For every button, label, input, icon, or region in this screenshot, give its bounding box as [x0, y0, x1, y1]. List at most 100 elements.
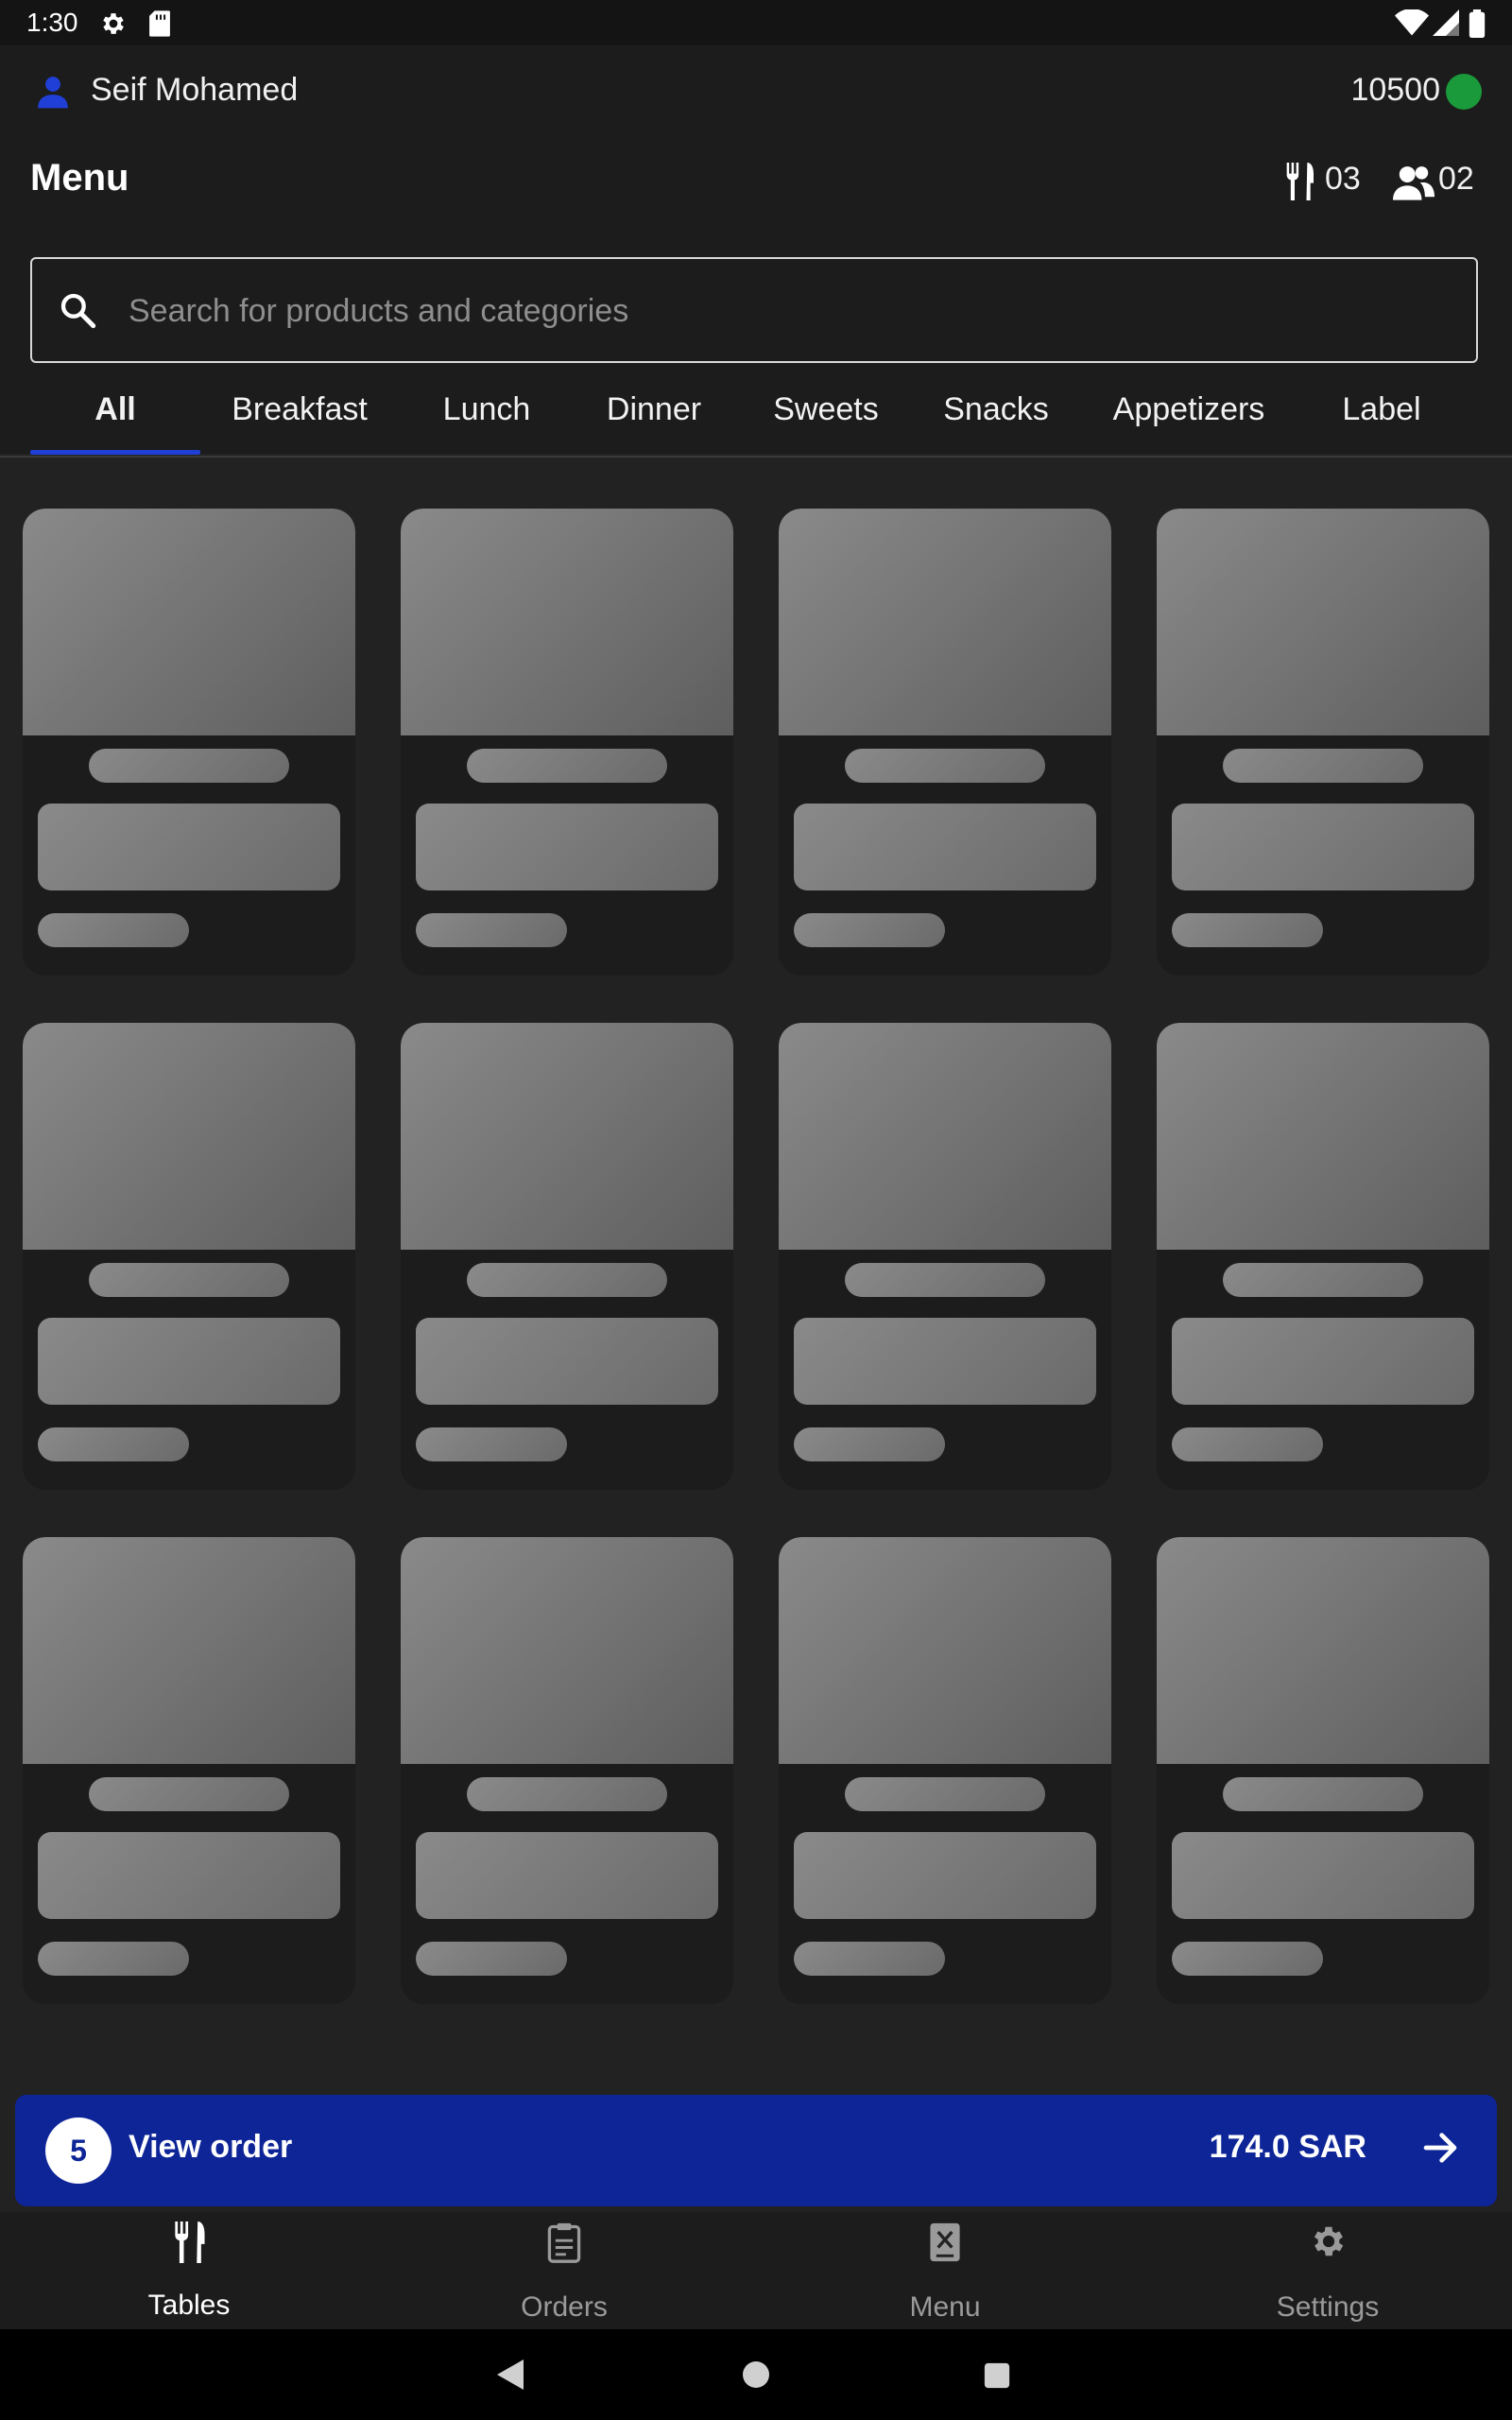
tab-lunch[interactable]: Lunch [416, 391, 558, 428]
product-card-skeleton[interactable] [779, 1023, 1111, 1490]
arrow-right-icon [1423, 2133, 1457, 2163]
home-icon[interactable] [741, 2360, 771, 2390]
nav-orders[interactable]: Orders [375, 2212, 753, 2329]
product-name-placeholder [845, 749, 1045, 783]
view-order-button[interactable]: 5 View order 174.0 SAR [15, 2095, 1497, 2206]
product-image-placeholder [1157, 1537, 1489, 1764]
product-card-skeleton[interactable] [779, 1537, 1111, 2004]
product-price-placeholder [416, 1427, 567, 1461]
nav-settings[interactable]: Settings [1139, 2212, 1512, 2329]
active-tab-indicator [30, 450, 200, 455]
product-price-placeholder [38, 913, 189, 947]
search-icon [60, 293, 96, 329]
wifi-icon [1395, 9, 1429, 36]
page-title: Menu [30, 157, 129, 199]
product-card-skeleton[interactable] [401, 509, 733, 976]
product-image-placeholder [779, 1537, 1111, 1764]
order-total: 174.0 SAR [1209, 2129, 1366, 2165]
product-description-placeholder [416, 1832, 718, 1919]
product-image-placeholder [1157, 1023, 1489, 1250]
product-name-placeholder [845, 1777, 1045, 1811]
nav-tables-label: Tables [147, 2290, 231, 2321]
user-icon [38, 77, 68, 109]
product-card-skeleton[interactable] [23, 1537, 355, 2004]
utensils-icon [1286, 163, 1314, 200]
product-card-skeleton[interactable] [1157, 509, 1489, 976]
guests-icon [1393, 166, 1435, 200]
tab-breakfast[interactable]: Breakfast [210, 391, 389, 428]
nav-menu[interactable]: Menu [756, 2212, 1134, 2329]
product-card-skeleton[interactable] [1157, 1023, 1489, 1490]
user-name: Seif Mohamed [91, 72, 299, 108]
product-price-placeholder [38, 1942, 189, 1976]
tab-all[interactable]: All [30, 391, 200, 428]
product-card-skeleton[interactable] [23, 509, 355, 976]
product-image-placeholder [23, 1023, 355, 1250]
menu-book-icon [930, 2222, 960, 2262]
product-name-placeholder [467, 1263, 667, 1297]
product-card-skeleton[interactable] [1157, 1537, 1489, 2004]
product-card-skeleton[interactable] [401, 1023, 733, 1490]
order-item-count-badge: 5 [45, 2118, 112, 2184]
product-name-placeholder [1223, 1777, 1423, 1811]
tab-appetizers[interactable]: Appetizers [1094, 391, 1283, 428]
product-card-skeleton[interactable] [779, 509, 1111, 976]
system-nav-bar [0, 2329, 1512, 2420]
product-card-skeleton[interactable] [23, 1023, 355, 1490]
product-name-placeholder [467, 1777, 667, 1811]
product-description-placeholder [794, 804, 1096, 890]
product-image-placeholder [1157, 509, 1489, 735]
nav-tables[interactable]: Tables [0, 2212, 378, 2329]
product-description-placeholder [794, 1832, 1096, 1919]
product-image-placeholder [401, 509, 733, 735]
product-description-placeholder [416, 1318, 718, 1405]
product-image-placeholder [23, 509, 355, 735]
product-card-skeleton[interactable] [401, 1537, 733, 2004]
product-price-placeholder [1172, 913, 1323, 947]
battery-icon [1469, 9, 1486, 38]
search-input[interactable] [127, 259, 1453, 363]
product-price-placeholder [794, 913, 945, 947]
tab-label[interactable]: Label [1315, 391, 1448, 428]
gear-icon [103, 13, 124, 34]
product-price-placeholder [416, 913, 567, 947]
status-time: 1:30 [26, 8, 78, 37]
product-description-placeholder [794, 1318, 1096, 1405]
product-description-placeholder [1172, 804, 1474, 890]
search-box[interactable] [30, 257, 1478, 363]
product-price-placeholder [794, 1427, 945, 1461]
product-name-placeholder [89, 1777, 289, 1811]
product-name-placeholder [845, 1263, 1045, 1297]
back-icon[interactable] [495, 2358, 525, 2392]
utensils-icon [175, 2221, 205, 2263]
product-name-placeholder [89, 1263, 289, 1297]
tab-sweets[interactable]: Sweets [750, 391, 902, 428]
tab-snacks[interactable]: Snacks [920, 391, 1072, 428]
balance-amount: 10500 [1350, 72, 1440, 108]
online-status-dot [1446, 74, 1482, 110]
product-name-placeholder [1223, 749, 1423, 783]
nav-settings-label: Settings [1276, 2291, 1380, 2323]
product-price-placeholder [794, 1942, 945, 1976]
nav-menu-label: Menu [909, 2291, 981, 2323]
product-price-placeholder [38, 1427, 189, 1461]
tab-dinner[interactable]: Dinner [582, 391, 726, 428]
product-price-placeholder [1172, 1942, 1323, 1976]
product-name-placeholder [89, 749, 289, 783]
recents-icon[interactable] [983, 2361, 1011, 2390]
tables-count: 03 [1325, 161, 1361, 197]
status-bar [0, 0, 1512, 45]
product-name-placeholder [467, 749, 667, 783]
product-grid [0, 456, 1512, 2063]
product-name-placeholder [1223, 1263, 1423, 1297]
product-description-placeholder [38, 1832, 340, 1919]
product-image-placeholder [779, 509, 1111, 735]
signal-icon [1433, 9, 1459, 36]
product-image-placeholder [401, 1537, 733, 1764]
sd-card-icon [149, 10, 170, 37]
product-description-placeholder [1172, 1318, 1474, 1405]
product-description-placeholder [38, 804, 340, 890]
product-image-placeholder [779, 1023, 1111, 1250]
bottom-nav: Tables Orders Menu Settings [0, 2212, 1512, 2329]
product-description-placeholder [416, 804, 718, 890]
